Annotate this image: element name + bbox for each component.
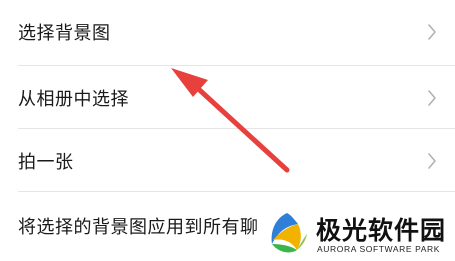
chevron-right-icon xyxy=(428,24,436,40)
watermark-title: 极光软件园 xyxy=(316,216,447,245)
menu-item-take-photo[interactable]: 拍一张 xyxy=(0,129,455,193)
menu-item-label: 从相册中选择 xyxy=(18,89,129,110)
chevron-right-icon xyxy=(428,153,436,169)
chevron-right-icon xyxy=(428,90,436,106)
menu-item-choose-background[interactable]: 选择背景图 xyxy=(0,0,455,64)
menu-item-label: 拍一张 xyxy=(18,152,74,173)
watermark-subtitle: AURORA SOFTWARE PARK xyxy=(317,244,440,254)
aurora-logo-icon xyxy=(271,213,307,253)
menu-item-label: 选择背景图 xyxy=(18,23,111,44)
menu-item-choose-from-album[interactable]: 从相册中选择 xyxy=(0,66,455,130)
watermark: 极光软件园 AURORA SOFTWARE PARK xyxy=(258,204,455,261)
